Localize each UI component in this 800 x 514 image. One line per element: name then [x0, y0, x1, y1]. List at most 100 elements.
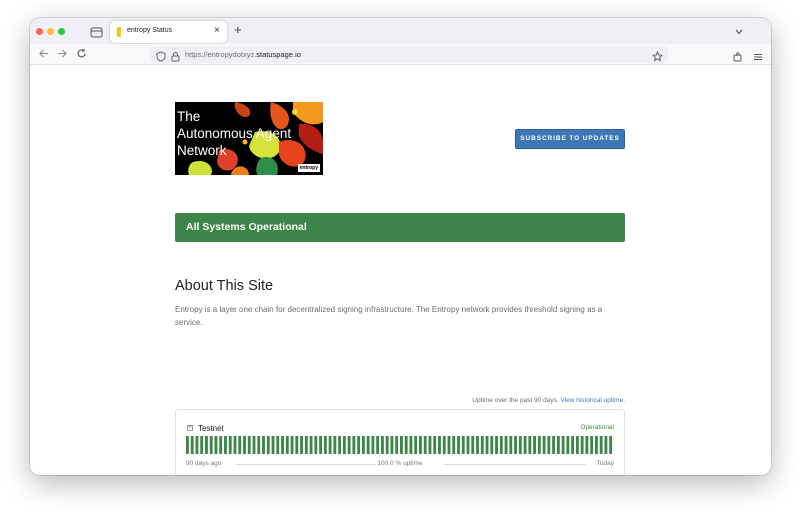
uptime-day-bar[interactable] — [419, 436, 422, 454]
uptime-day-bar[interactable] — [452, 436, 456, 454]
uptime-day-bar[interactable] — [281, 436, 284, 454]
uptime-day-bar[interactable] — [461, 436, 465, 454]
uptime-day-bar[interactable] — [228, 436, 232, 454]
uptime-day-bar[interactable] — [566, 436, 570, 454]
uptime-day-bar[interactable] — [571, 436, 575, 454]
minimize-window-button[interactable] — [47, 28, 54, 35]
uptime-day-bar[interactable] — [395, 436, 399, 454]
uptime-day-bar[interactable] — [585, 436, 589, 454]
address-bar[interactable]: https://entropydotxyz.statuspage.io — [150, 46, 668, 63]
uptime-day-bar[interactable] — [319, 436, 323, 454]
uptime-day-bar[interactable] — [371, 436, 375, 454]
uptime-day-bar[interactable] — [233, 436, 237, 454]
uptime-day-bar[interactable] — [400, 436, 403, 454]
uptime-day-bar[interactable] — [214, 436, 218, 454]
expand-plus-icon[interactable]: + — [187, 425, 193, 431]
uptime-day-bar[interactable] — [457, 436, 460, 454]
new-tab-button[interactable]: + — [234, 23, 242, 37]
uptime-day-bar[interactable] — [499, 436, 503, 454]
uptime-day-bar[interactable] — [323, 436, 327, 454]
uptime-day-bar[interactable] — [314, 436, 318, 454]
uptime-day-bar[interactable] — [604, 436, 608, 454]
uptime-day-bar[interactable] — [205, 436, 208, 454]
zoom-window-button[interactable] — [58, 28, 65, 35]
uptime-day-bar[interactable] — [537, 436, 541, 454]
uptime-day-bar[interactable] — [300, 436, 303, 454]
forward-arrow-icon[interactable] — [57, 48, 68, 62]
uptime-day-bar[interactable] — [523, 436, 527, 454]
uptime-day-bar[interactable] — [575, 436, 579, 454]
uptime-day-bar[interactable] — [366, 436, 370, 454]
uptime-day-bar[interactable] — [552, 436, 556, 454]
uptime-day-bar[interactable] — [590, 436, 594, 454]
uptime-day-bar[interactable] — [347, 436, 351, 454]
uptime-day-bar[interactable] — [547, 436, 551, 454]
uptime-day-bar[interactable] — [442, 436, 446, 454]
uptime-day-bar[interactable] — [528, 436, 532, 454]
browser-tab-active[interactable]: entropy Status × — [110, 21, 227, 43]
uptime-day-bar[interactable] — [271, 436, 275, 454]
uptime-day-bar[interactable] — [385, 436, 389, 454]
uptime-day-bar[interactable] — [376, 436, 380, 454]
uptime-day-bar[interactable] — [190, 436, 194, 454]
view-historical-uptime-link[interactable]: View historical uptime. — [560, 397, 625, 404]
uptime-day-bar[interactable] — [485, 436, 489, 454]
close-tab-icon[interactable]: × — [214, 25, 220, 37]
close-window-button[interactable] — [36, 28, 43, 35]
uptime-day-bar[interactable] — [471, 436, 475, 454]
uptime-day-bar[interactable] — [542, 436, 546, 454]
tab-overview-icon[interactable] — [90, 25, 103, 38]
uptime-day-bar[interactable] — [556, 436, 560, 454]
uptime-day-bar[interactable] — [490, 436, 494, 454]
tab-list-chevron-icon[interactable] — [734, 24, 744, 42]
uptime-day-bar[interactable] — [257, 436, 261, 454]
uptime-day-bar[interactable] — [243, 436, 246, 454]
uptime-day-bar[interactable] — [186, 436, 189, 454]
uptime-day-bar[interactable] — [224, 436, 227, 454]
uptime-day-bar[interactable] — [295, 436, 299, 454]
uptime-day-bar[interactable] — [357, 436, 361, 454]
uptime-day-bar[interactable] — [438, 436, 441, 454]
url-text[interactable]: https://entropydotxyz.statuspage.io — [185, 50, 301, 59]
site-logo[interactable]: The Autonomous Agent Network entropy — [175, 102, 323, 175]
uptime-day-bar[interactable] — [309, 436, 313, 454]
uptime-day-bar[interactable] — [594, 436, 598, 454]
uptime-day-bar[interactable] — [433, 436, 437, 454]
uptime-day-bar[interactable] — [495, 436, 498, 454]
uptime-day-bar[interactable] — [252, 436, 256, 454]
reload-icon[interactable] — [76, 48, 87, 62]
uptime-day-bar[interactable] — [290, 436, 294, 454]
uptime-day-bar[interactable] — [209, 436, 213, 454]
uptime-day-bar[interactable] — [219, 436, 223, 454]
uptime-day-bar[interactable] — [262, 436, 265, 454]
uptime-day-bar[interactable] — [514, 436, 517, 454]
uptime-day-bar[interactable] — [447, 436, 451, 454]
uptime-day-bar[interactable] — [342, 436, 346, 454]
uptime-day-bar[interactable] — [423, 436, 427, 454]
uptime-day-bar[interactable] — [480, 436, 484, 454]
uptime-day-bar[interactable] — [276, 436, 280, 454]
uptime-day-bar[interactable] — [285, 436, 289, 454]
uptime-day-bar[interactable] — [404, 436, 408, 454]
uptime-day-bar[interactable] — [200, 436, 204, 454]
uptime-day-bar[interactable] — [504, 436, 508, 454]
uptime-day-bar[interactable] — [466, 436, 470, 454]
uptime-day-bar[interactable] — [390, 436, 394, 454]
uptime-day-bar[interactable] — [580, 436, 584, 454]
uptime-day-bar[interactable] — [304, 436, 308, 454]
uptime-day-bar[interactable] — [380, 436, 384, 454]
uptime-day-bar[interactable] — [599, 436, 603, 454]
uptime-day-bar[interactable] — [476, 436, 479, 454]
uptime-day-bar[interactable] — [409, 436, 413, 454]
uptime-day-bar[interactable] — [238, 436, 242, 454]
uptime-day-bar[interactable] — [266, 436, 270, 454]
uptime-day-bar[interactable] — [338, 436, 342, 454]
uptime-day-bar[interactable] — [533, 436, 537, 454]
uptime-day-bar[interactable] — [609, 436, 613, 454]
uptime-day-bar[interactable] — [414, 436, 418, 454]
subscribe-button[interactable]: SUBSCRIBE TO UPDATES — [515, 129, 625, 149]
uptime-day-bar[interactable] — [509, 436, 513, 454]
uptime-day-bar[interactable] — [247, 436, 251, 454]
uptime-day-bar[interactable] — [328, 436, 332, 454]
back-arrow-icon[interactable] — [38, 48, 49, 62]
